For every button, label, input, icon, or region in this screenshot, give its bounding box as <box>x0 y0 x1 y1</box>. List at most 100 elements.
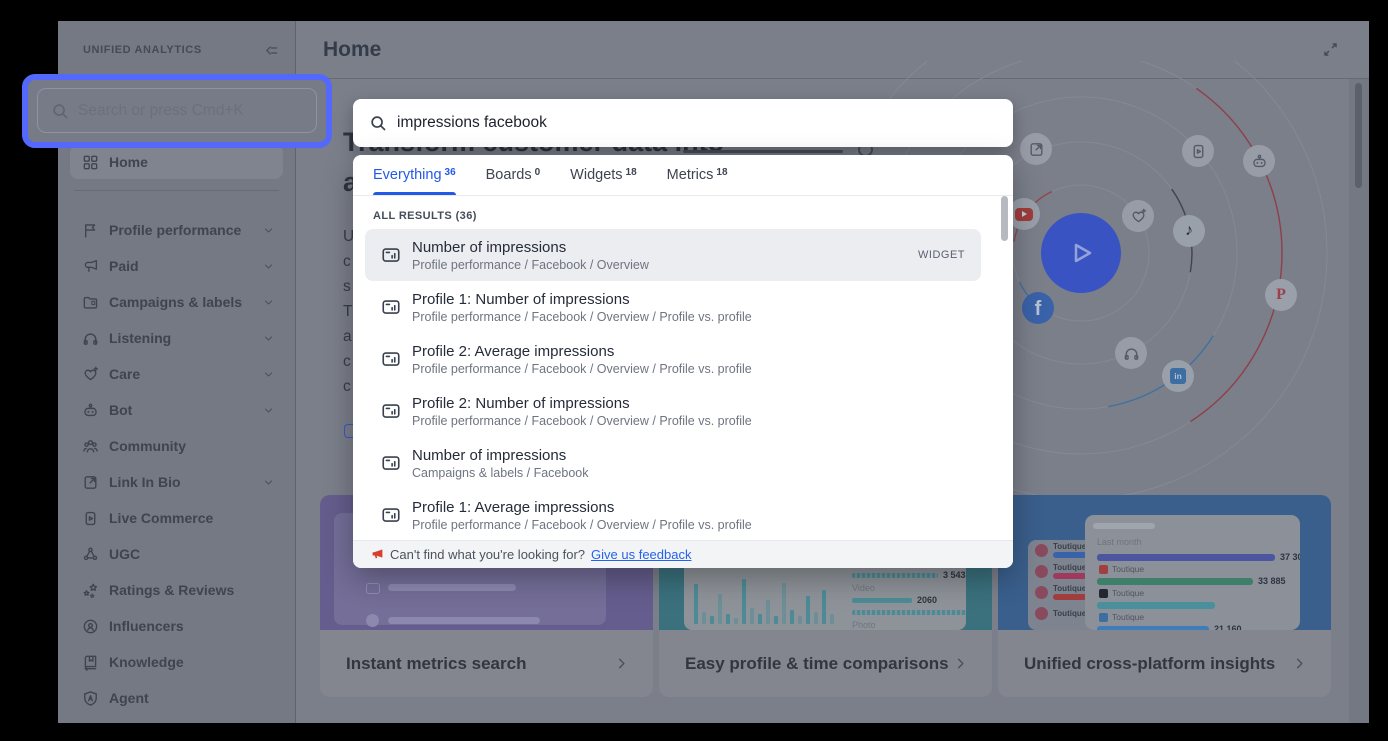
sidebar-item-influencers[interactable]: Influencers <box>70 608 283 644</box>
sidebar-item-community[interactable]: Community <box>70 428 283 464</box>
megaphone-icon <box>82 258 99 275</box>
sidebar-item-label: Campaigns & labels <box>109 294 242 310</box>
chevron-down-icon <box>262 368 275 381</box>
legend-value-row: 2060 <box>852 594 962 607</box>
avatar <box>1035 565 1048 578</box>
platform-badge-pinterest <box>1099 565 1108 574</box>
headphones-icon <box>82 330 99 347</box>
search-result-row[interactable]: Number of impressionsProfile performance… <box>365 229 981 281</box>
search-result-row[interactable]: Profile 1: Number of impressionsProfile … <box>365 281 981 333</box>
community-icon <box>82 438 99 455</box>
sidebar-item-campaigns-labels[interactable]: Campaigns & labels <box>70 284 283 320</box>
sidebar-item-agent[interactable]: Agent <box>70 680 283 716</box>
sidebar-item-ugc[interactable]: UGC <box>70 536 283 572</box>
grid-icon <box>82 154 99 171</box>
chevron-right-icon <box>953 656 968 671</box>
flag-icon <box>82 222 99 239</box>
legend-value-row: 8 540 <box>852 607 962 620</box>
result-title: Profile 2: Average impressions <box>412 342 752 361</box>
give-feedback-link[interactable]: Give us feedback <box>591 547 691 562</box>
search-result-row[interactable]: Profile 1: Average impressionsProfile pe… <box>365 489 981 540</box>
annotation-highlight: Search or press Cmd+K <box>22 74 332 148</box>
comparison-panel-mock: Last month 37 305Toutique33 885ToutiqueT… <box>1085 515 1300 630</box>
result-title: Profile 2: Number of impressions <box>412 394 752 413</box>
card-illustration: ToutiqueToutiqueToutiqueToutique Last mo… <box>998 495 1331 630</box>
search-result-row[interactable]: Profile 2: Average impressionsProfile pe… <box>365 333 981 385</box>
live-commerce-icon <box>1182 135 1214 167</box>
chevron-down-icon <box>262 332 275 345</box>
sidebar-item-home[interactable]: Home <box>70 145 283 179</box>
sidebar-item-bot[interactable]: Bot <box>70 392 283 428</box>
search-result-row[interactable]: Profile 2: Number of impressionsProfile … <box>365 385 981 437</box>
sidebar-item-paid[interactable]: Paid <box>70 248 283 284</box>
page: UNIFIED ANALYTICS Home Profile performanc… <box>0 0 1388 741</box>
bar-value: 21 160 <box>1214 624 1242 630</box>
hero-divider-line <box>683 150 843 153</box>
result-path: Campaigns & labels / Facebook <box>412 465 588 481</box>
sidebar-item-label: Care <box>109 366 140 382</box>
link-in-bio-icon <box>82 474 99 491</box>
sidebar-search-input[interactable]: Search or press Cmd+K <box>37 88 317 133</box>
sidebar-item-profile-performance[interactable]: Profile performance <box>70 212 283 248</box>
agent-icon <box>82 690 99 707</box>
sidebar-item-listening[interactable]: Listening <box>70 320 283 356</box>
result-path: Profile performance / Facebook / Overvie… <box>412 257 649 273</box>
tab-boards[interactable]: Boards0 <box>486 155 541 195</box>
legend-value-row: 3 543 <box>852 569 962 582</box>
bot-icon <box>1243 145 1275 177</box>
brand: UNIFIED ANALYTICS <box>83 44 202 56</box>
profile-name: Toutique <box>1053 585 1087 593</box>
collapse-sidebar-icon[interactable] <box>263 42 280 59</box>
comparison-bar-row: 33 885 <box>1097 575 1294 587</box>
sidebar-divider <box>74 190 279 191</box>
profile-name: Toutique <box>1112 612 1144 622</box>
tab-everything[interactable]: Everything36 <box>373 155 456 195</box>
chevron-right-icon <box>614 656 629 671</box>
comparison-bar-row <box>1097 599 1294 611</box>
chevron-down-icon <box>262 260 275 273</box>
play-button[interactable] <box>1041 213 1121 293</box>
card-cross-platform-insights[interactable]: ToutiqueToutiqueToutiqueToutique Last mo… <box>998 495 1331 697</box>
search-results-panel: Everything36Boards0Widgets18Metrics18 AL… <box>353 155 1013 568</box>
sidebar-item-label: Knowledge <box>109 654 184 670</box>
ratings-icon <box>82 582 99 599</box>
search-icon <box>369 114 387 132</box>
search-result-row[interactable]: Number of impressionsCampaigns & labels … <box>365 437 981 489</box>
comparison-bar-row: 21 160 <box>1097 623 1294 630</box>
widget-icon <box>381 505 401 525</box>
bar-profile-row: Toutique <box>1097 611 1294 623</box>
sidebar-item-label: Agent <box>109 690 149 706</box>
tab-widgets[interactable]: Widgets18 <box>570 155 637 195</box>
care-icon <box>1122 200 1154 232</box>
sidebar-item-label: Home <box>109 154 148 170</box>
widget-icon <box>381 297 401 317</box>
tab-label: Everything <box>373 167 442 183</box>
sidebar-item-label: Community <box>109 438 186 454</box>
search-footer: Can't find what you're looking for? Give… <box>353 540 1013 568</box>
tab-metrics[interactable]: Metrics18 <box>667 155 728 195</box>
bar-value: 37 305 <box>1280 552 1300 562</box>
sidebar-item-ratings-reviews[interactable]: Ratings & Reviews <box>70 572 283 608</box>
avatar <box>1035 607 1048 620</box>
pinterest-icon: P <box>1265 279 1297 311</box>
results-scrollbar[interactable] <box>1001 196 1008 241</box>
expand-icon[interactable] <box>1322 41 1339 58</box>
sidebar-item-knowledge[interactable]: Knowledge <box>70 644 283 680</box>
widget-icon <box>381 453 401 473</box>
result-path: Profile performance / Facebook / Overvie… <box>412 361 752 377</box>
legend-label: Photo <box>852 619 962 630</box>
sidebar-item-care[interactable]: Care <box>70 356 283 392</box>
care-icon <box>82 366 99 383</box>
sidebar-item-link-in-bio[interactable]: Link In Bio <box>70 464 283 500</box>
tab-count: 0 <box>535 167 541 178</box>
listening-icon <box>1115 337 1147 369</box>
sidebar-header: UNIFIED ANALYTICS <box>58 21 295 79</box>
profile-name: Toutique <box>1112 564 1144 574</box>
knowledge-icon <box>82 654 99 671</box>
tab-label: Boards <box>486 167 532 183</box>
sidebar-item-live-commerce[interactable]: Live Commerce <box>70 500 283 536</box>
global-search-input[interactable]: impressions facebook <box>353 99 1013 147</box>
sidebar-item-label: Live Commerce <box>109 510 213 526</box>
chevron-down-icon <box>262 476 275 489</box>
period-label: Last month <box>1097 537 1142 547</box>
